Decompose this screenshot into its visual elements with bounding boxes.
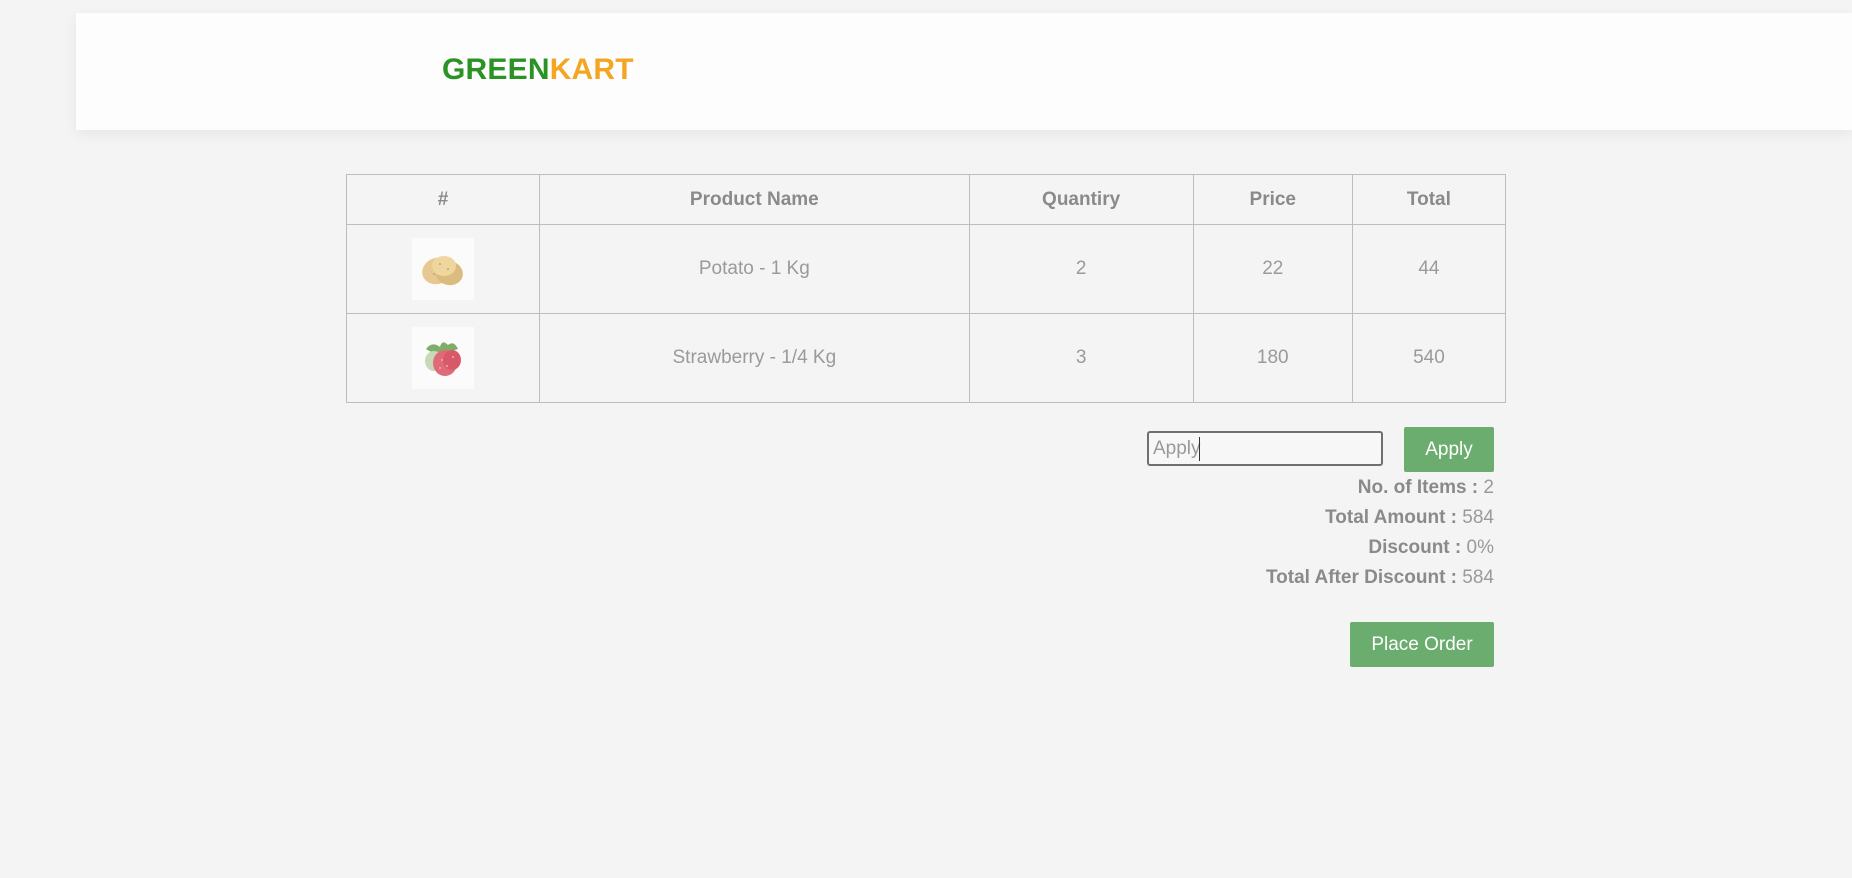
items-label: No. of Items :: [1357, 477, 1479, 498]
total-amount-value: 584: [1462, 507, 1494, 528]
site-header: GREENKART: [76, 13, 1852, 130]
header-image: #: [345, 174, 541, 225]
order-summary: No. of Items : 2 Total Amount : 584 Disc…: [1266, 475, 1494, 595]
discount-label: Discount :: [1368, 537, 1462, 558]
place-order-button[interactable]: Place Order: [1350, 622, 1494, 667]
product-price: 180: [1192, 313, 1353, 403]
product-total: 540: [1351, 313, 1507, 403]
table-row: Potato - 1 Kg 2 22 44: [345, 224, 1507, 314]
product-quantity: 2: [968, 224, 1194, 314]
header-product-name: Product Name: [539, 174, 970, 225]
product-image-cell: [345, 224, 541, 314]
total-after-discount-value: 584: [1462, 567, 1494, 588]
product-price: 22: [1192, 224, 1353, 314]
header-price: Price: [1192, 174, 1353, 225]
summary-discount: Discount : 0%: [1266, 535, 1494, 565]
total-after-discount-label: Total After Discount :: [1265, 567, 1458, 588]
table-row: Strawberry - 1/4 Kg 3 180 540: [345, 313, 1507, 403]
header-total: Total: [1351, 174, 1507, 225]
discount-value: 0%: [1466, 537, 1494, 558]
strawberry-image: [412, 327, 475, 389]
product-total: 44: [1351, 224, 1507, 314]
brand-logo[interactable]: GREENKART: [442, 55, 634, 85]
summary-total-after-discount: Total After Discount : 584: [1266, 565, 1494, 595]
brand-logo-green: GREEN: [442, 53, 550, 86]
product-name: Strawberry - 1/4 Kg: [539, 313, 970, 403]
text-cursor: [1199, 437, 1200, 461]
items-value: 2: [1483, 477, 1494, 498]
cart-table: # Product Name Quantiry Price Total Pota…: [345, 174, 1507, 403]
apply-promo-button[interactable]: Apply: [1404, 427, 1494, 472]
product-name: Potato - 1 Kg: [539, 224, 970, 314]
brand-logo-orange: KART: [549, 53, 634, 86]
promo-code-input[interactable]: [1147, 431, 1383, 466]
table-header-row: # Product Name Quantiry Price Total: [345, 174, 1507, 225]
total-amount-label: Total Amount :: [1325, 507, 1458, 528]
potato-image: [412, 238, 475, 300]
summary-items: No. of Items : 2: [1266, 475, 1494, 505]
summary-total-amount: Total Amount : 584: [1266, 505, 1494, 535]
header-quantity: Quantiry: [968, 174, 1194, 225]
product-quantity: 3: [968, 313, 1194, 403]
product-image-cell: [345, 313, 541, 403]
